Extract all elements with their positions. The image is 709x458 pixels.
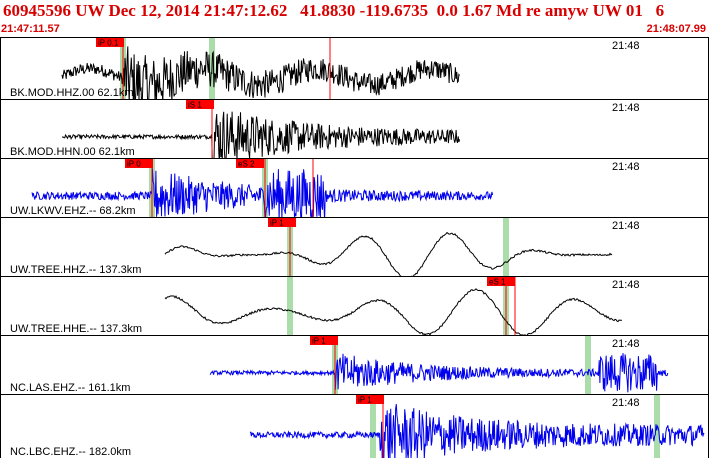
station-label: BK.MOD.HHZ.00 62.1km xyxy=(10,87,133,99)
pick-label: iP 1 xyxy=(358,396,372,405)
window-start-time: 21:47:11.57 xyxy=(1,23,60,35)
time-mark: 21:48 xyxy=(612,161,640,173)
trace-panel[interactable]: eS 1 21:48 UW.TREE.HHE.-- 137.3km xyxy=(0,276,709,337)
station-label: NC.LBC.EHZ.-- 182.0km xyxy=(10,446,131,458)
station-label: BK.MOD.HHN.00 62.1km xyxy=(10,146,135,158)
time-mark: 21:48 xyxy=(612,102,640,114)
pick-label: eS 2 xyxy=(238,160,255,169)
time-mark: 21:48 xyxy=(612,279,640,291)
time-mark: 21:48 xyxy=(612,220,640,232)
pick-label: iP 0 xyxy=(127,160,141,169)
station-label: UW.LKWV.EHZ.-- 68.2km xyxy=(10,205,136,217)
pick-label: eS 1 xyxy=(489,278,506,287)
pick-window xyxy=(585,336,591,394)
pick-label: iP 1 xyxy=(312,337,326,346)
pick-label: iS 1 xyxy=(188,101,202,110)
trace-panel[interactable]: iP 1 21:48 NC.LAS.EHZ.-- 161.1km xyxy=(0,335,709,395)
station-label: NC.LAS.EHZ.-- 161.1km xyxy=(10,382,130,394)
pick-window xyxy=(503,218,509,276)
station-label: UW.TREE.HHZ.-- 137.3km xyxy=(10,264,141,276)
pick-label: iP 0.1 xyxy=(98,39,119,48)
time-mark: 21:48 xyxy=(612,397,640,409)
station-label: UW.TREE.HHE.-- 137.3km xyxy=(10,323,142,335)
time-mark: 21:48 xyxy=(612,40,640,52)
window-end-time: 21:48:07.99 xyxy=(646,23,706,35)
pick-window xyxy=(287,277,293,335)
pick-label: iP 1 xyxy=(270,219,284,228)
header-bar: 60945596 UW Dec 12, 2014 21:47:12.62 41.… xyxy=(0,0,709,37)
trace-panel[interactable]: iP 1 21:48 UW.TREE.HHZ.-- 137.3km xyxy=(0,217,709,281)
time-mark: 21:48 xyxy=(612,338,640,350)
event-title: 60945596 UW Dec 12, 2014 21:47:12.62 41.… xyxy=(3,1,665,20)
trace-panel[interactable]: iP 1 21:48 NC.LBC.EHZ.-- 182.0km xyxy=(0,394,709,458)
trace-panel[interactable]: iP 0 eS 2 21:48 UW.LKWV.EHZ.-- 68.2km xyxy=(0,158,709,224)
seismogram-panels[interactable]: iP 0.1 21:48 BK.MOD.HHZ.00 62.1km iS 1 21:48… xyxy=(0,37,709,458)
